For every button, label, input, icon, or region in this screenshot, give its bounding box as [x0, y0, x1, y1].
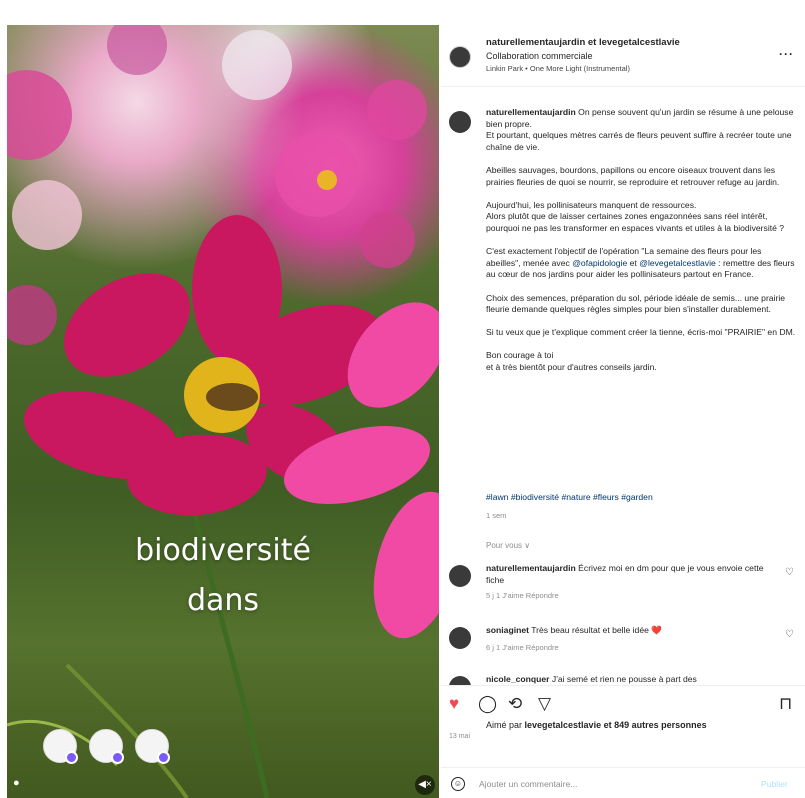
video-text-line-1: biodiversité [135, 533, 311, 568]
add-comment-bar: ☺ Ajouter un commentaire... Publier [441, 767, 805, 798]
user-tag-icon[interactable]: ● [13, 777, 25, 789]
comment-meta[interactable]: 5 j 1 J'aime Répondre [486, 591, 559, 600]
avatar[interactable] [449, 46, 471, 68]
caption-paragraph: Abeilles sauvages, bourdons, papillons o… [486, 164, 780, 187]
caption-paragraph: Bon courage à toi et à très bientôt pour… [486, 350, 657, 373]
comment-body: J'ai semé et rien ne pousse à part des [549, 674, 697, 684]
caption-paragraph: Aujourd'hui, les pollinisateurs manquent… [486, 199, 785, 233]
badge-icon [111, 751, 124, 764]
tagged-avatar[interactable] [135, 729, 170, 764]
badge-icon [157, 751, 170, 764]
caption-text: et [627, 257, 640, 268]
likes-text: Aimé par [486, 720, 525, 730]
repost-icon[interactable]: ⟲ [508, 694, 522, 714]
hashtags[interactable]: #lawn #biodiversité #nature #fleurs #gar… [486, 492, 653, 502]
action-bar: ♥ ◯ ⟲ ▽ ⊓ Aimé par levegetalcestlavie et… [441, 685, 805, 745]
avatar[interactable] [449, 676, 471, 685]
tagged-avatars [43, 729, 170, 764]
comment-input[interactable]: Ajouter un commentaire... [479, 779, 577, 789]
likes-summary[interactable]: Aimé par levegetalcestlavie et 849 autre… [486, 720, 707, 730]
flower-image [7, 25, 439, 798]
mute-icon[interactable]: ◀× [415, 775, 435, 795]
avatar[interactable] [449, 111, 471, 133]
post-header: naturellementaujardin et levegetalcestla… [441, 25, 805, 87]
caption-username[interactable]: naturellementaujardin [486, 107, 576, 117]
comments-scroll-area[interactable]: naturellementaujardin On pense souvent q… [441, 95, 805, 685]
share-icon[interactable]: ▽ [538, 694, 551, 714]
tagged-avatar[interactable] [89, 729, 124, 764]
liked-by-user[interactable]: levegetalcestlavie [525, 720, 602, 730]
likes-count[interactable]: et 849 autres personnes [601, 720, 707, 730]
save-icon[interactable]: ⊓ [779, 694, 792, 714]
post-caption: naturellementaujardin On pense souvent q… [486, 107, 796, 374]
comment-text: naturellementaujardin Écrivez moi en dm … [486, 563, 766, 586]
like-comment-icon[interactable]: ♡ [785, 629, 794, 640]
badge-icon [65, 751, 78, 764]
caption-paragraph: Si tu veux que je t'explique comment cré… [486, 327, 796, 338]
mention-link[interactable]: @levegetalcestlavie [639, 258, 716, 268]
post-authors[interactable]: naturellementaujardin et levegetalcestla… [486, 37, 680, 48]
comment-text: nicole_conquer J'ai semé et rien ne pous… [486, 674, 766, 685]
like-comment-icon[interactable]: ♡ [785, 567, 794, 578]
post-video[interactable]: biodiversité dans ● ◀× [7, 25, 439, 798]
comment-username[interactable]: nicole_conquer [486, 674, 550, 684]
comment-icon[interactable]: ◯ [478, 694, 497, 714]
post-viewer: biodiversité dans ● ◀× naturellementauja… [0, 0, 805, 798]
comment-meta[interactable]: 6 j 1 J'aime Répondre [486, 643, 559, 652]
comment-sort-toggle[interactable]: Pour vous ∨ [486, 541, 530, 550]
avatar[interactable] [449, 627, 471, 649]
post-date: 13 mai [449, 733, 471, 740]
more-options-icon[interactable]: ··· [779, 47, 794, 61]
post-details-panel: naturellementaujardin et levegetalcestla… [441, 25, 805, 798]
publish-button[interactable]: Publier [761, 779, 788, 789]
comment-username[interactable]: soniaginet [486, 625, 529, 635]
music-label[interactable]: Linkin Park • One More Light (Instrument… [486, 64, 630, 73]
like-icon[interactable]: ♥ [449, 694, 459, 714]
paid-partnership-label[interactable]: Collaboration commerciale [486, 51, 593, 61]
tagged-avatar[interactable] [43, 729, 78, 764]
comment-body: Très beau résultat et belle idée ❤️ [528, 625, 662, 635]
caption-timestamp: 1 sem [486, 511, 507, 520]
comment-text: soniaginet Très beau résultat et belle i… [486, 625, 766, 637]
emoji-icon[interactable]: ☺ [451, 777, 465, 791]
mention-link[interactable]: @ofapidologie [572, 258, 627, 268]
caption-paragraph: Choix des semences, préparation du sol, … [486, 292, 788, 315]
comment-username[interactable]: naturellementaujardin [486, 563, 576, 573]
avatar[interactable] [449, 565, 471, 587]
video-text-line-2: dans [186, 583, 260, 618]
